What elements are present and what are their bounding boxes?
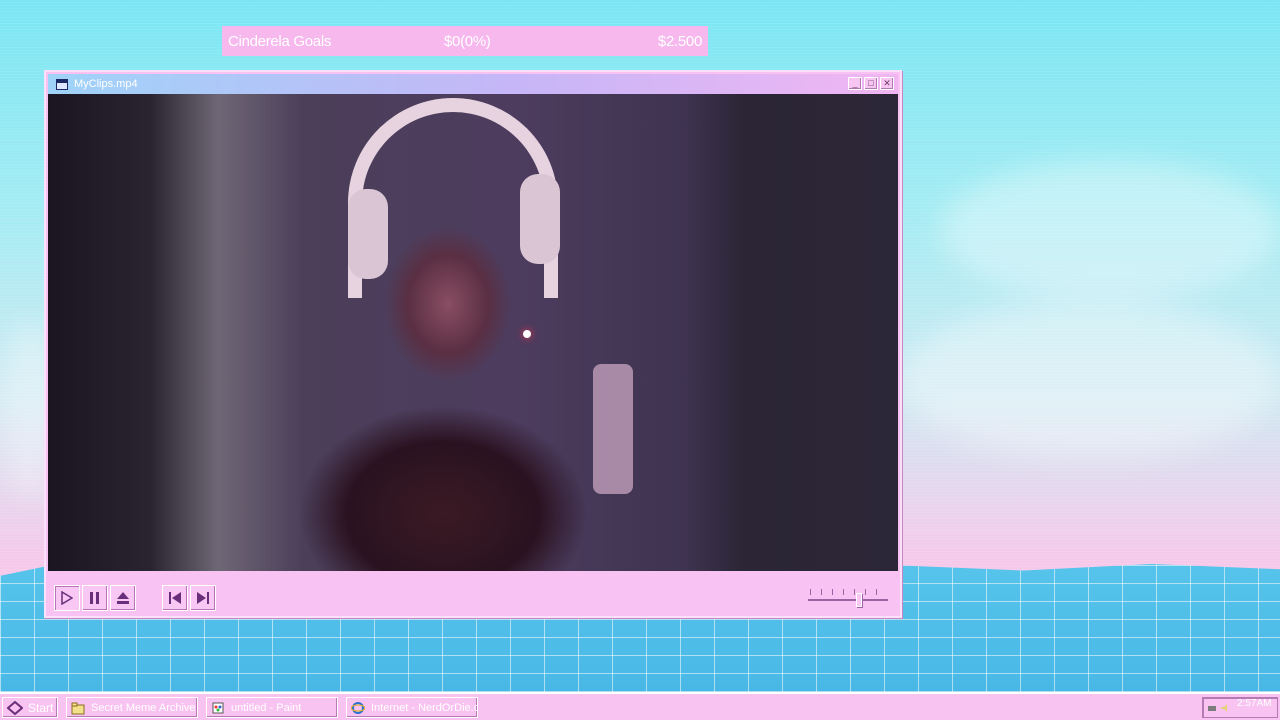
led-light xyxy=(523,330,531,338)
close-icon: ✕ xyxy=(883,78,891,88)
window-title: MyClips.mp4 xyxy=(74,78,138,90)
minimize-button[interactable]: _ xyxy=(848,77,862,90)
player-controls xyxy=(48,575,898,616)
taskbar-item-label: Internet - NerdOrDie.com xyxy=(371,701,477,714)
maximize-icon: □ xyxy=(868,78,874,88)
paint-icon xyxy=(212,702,224,713)
pause-button[interactable] xyxy=(82,585,108,611)
taskbar-item-internet[interactable]: Internet - NerdOrDie.com xyxy=(346,697,478,718)
volume-track xyxy=(808,599,888,601)
network-icon[interactable] xyxy=(1207,703,1217,713)
system-tray: 2:57AM xyxy=(1202,697,1278,718)
taskbar: Start Secret Meme Archive untitled - Pai… xyxy=(0,692,1280,720)
start-label: Start xyxy=(28,700,54,715)
close-button[interactable]: ✕ xyxy=(880,77,894,90)
track-controls xyxy=(162,585,216,611)
play-icon xyxy=(61,591,73,605)
internet-explorer-icon xyxy=(351,701,365,714)
media-player-window: MyClips.mp4 _ □ ✕ xyxy=(44,70,902,618)
goal-progress: $0(0%) xyxy=(444,32,491,50)
window-controls: _ □ ✕ xyxy=(848,77,894,90)
volume-slider[interactable] xyxy=(808,585,888,611)
video-frame[interactable] xyxy=(48,94,898,571)
clock: 2:57AM xyxy=(1237,698,1272,709)
chair xyxy=(593,364,633,494)
title-bar[interactable]: MyClips.mp4 _ □ ✕ xyxy=(48,74,898,94)
previous-icon xyxy=(169,592,181,604)
next-button[interactable] xyxy=(190,585,216,611)
volume-thumb[interactable] xyxy=(856,593,862,607)
window-app-icon xyxy=(56,78,68,90)
start-logo-icon xyxy=(7,700,23,715)
folder-icon xyxy=(71,702,85,714)
taskbar-item-label: Secret Meme Archive xyxy=(91,701,196,714)
volume-icon[interactable] xyxy=(1220,703,1230,713)
goal-title: Cinderela Goals xyxy=(228,32,332,50)
headphone-cup-right xyxy=(520,174,560,264)
eject-button[interactable] xyxy=(110,585,136,611)
previous-button[interactable] xyxy=(162,585,188,611)
minimize-icon: _ xyxy=(852,78,858,88)
headphone-cup-left xyxy=(348,189,388,279)
goal-bar: Cinderela Goals $0(0%) $2.500 xyxy=(222,26,708,56)
cloud xyxy=(900,300,1280,460)
pause-icon xyxy=(90,592,99,604)
maximize-button[interactable]: □ xyxy=(864,77,878,90)
cloud xyxy=(940,160,1280,300)
goal-target: $2.500 xyxy=(657,32,702,50)
taskbar-item-paint[interactable]: untitled - Paint xyxy=(206,697,338,718)
taskbar-item-secret-meme-archive[interactable]: Secret Meme Archive xyxy=(66,697,198,718)
transport-controls xyxy=(54,585,136,611)
start-button[interactable]: Start xyxy=(2,697,58,718)
eject-icon xyxy=(117,592,129,604)
taskbar-item-label: untitled - Paint xyxy=(231,701,302,714)
next-icon xyxy=(197,592,209,604)
volume-ticks xyxy=(810,589,886,595)
play-button[interactable] xyxy=(54,585,80,611)
